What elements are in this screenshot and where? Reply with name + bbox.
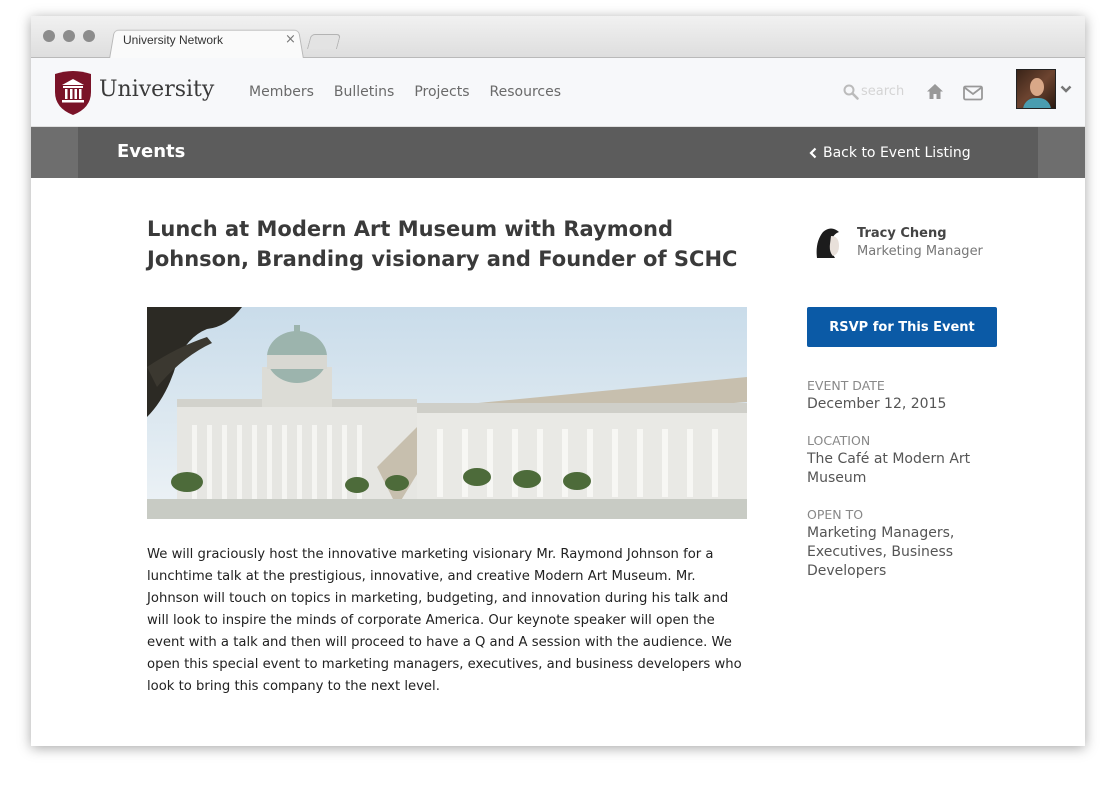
event-description: We will graciously host the innovative m…	[147, 547, 742, 694]
close-window-button[interactable]	[43, 30, 55, 42]
chevron-down-icon[interactable]	[1060, 84, 1072, 94]
site-header: University Members Bulletins Projects Re…	[31, 58, 1085, 127]
nav-members[interactable]: Members	[249, 84, 314, 100]
new-tab-button[interactable]	[306, 34, 342, 49]
maximize-window-button[interactable]	[83, 30, 95, 42]
back-link-label: Back to Event Listing	[823, 145, 971, 161]
university-shield-icon[interactable]	[53, 70, 93, 116]
browser-window: University Network × University Members …	[31, 16, 1085, 746]
avatar-body	[1023, 98, 1051, 108]
tab-close-icon[interactable]: ×	[285, 32, 296, 47]
logo-text[interactable]: University	[99, 77, 214, 102]
rsvp-button[interactable]: RSVP for This Event	[807, 307, 997, 347]
nav-projects[interactable]: Projects	[414, 84, 469, 100]
avatar-face	[1030, 78, 1044, 96]
browser-chrome: University Network ×	[31, 16, 1085, 59]
event-date-label: EVENT DATE	[807, 378, 885, 393]
host-avatar[interactable]	[809, 222, 849, 262]
location-label: LOCATION	[807, 433, 871, 448]
back-to-listing-link[interactable]: Back to Event Listing	[809, 145, 971, 161]
search-input[interactable]	[861, 81, 909, 101]
event-title: Lunch at Modern Art Museum with Raymond …	[147, 217, 738, 271]
home-icon[interactable]	[926, 83, 944, 100]
minimize-window-button[interactable]	[63, 30, 75, 42]
mail-icon[interactable]	[963, 85, 983, 101]
user-avatar[interactable]	[1016, 69, 1056, 109]
tab-title: University Network	[123, 33, 224, 47]
nav-bulletins[interactable]: Bulletins	[334, 84, 394, 100]
search-icon[interactable]	[843, 84, 859, 100]
host-name[interactable]: Tracy Cheng	[857, 226, 947, 241]
chevron-left-icon	[809, 147, 817, 159]
event-image	[147, 307, 747, 519]
open-to-value: Marketing Managers, Executives, Business…	[807, 525, 955, 579]
nav-resources[interactable]: Resources	[490, 84, 562, 100]
open-to-label: OPEN TO	[807, 507, 864, 522]
events-bar: Events Back to Event Listing	[31, 127, 1085, 178]
events-title: Events	[117, 141, 186, 162]
host-role: Marketing Manager	[857, 244, 983, 259]
location-value: The Café at Modern Art Museum	[807, 451, 971, 486]
event-date-value: December 12, 2015	[807, 396, 947, 412]
main-nav: Members Bulletins Projects Resources	[249, 84, 561, 100]
